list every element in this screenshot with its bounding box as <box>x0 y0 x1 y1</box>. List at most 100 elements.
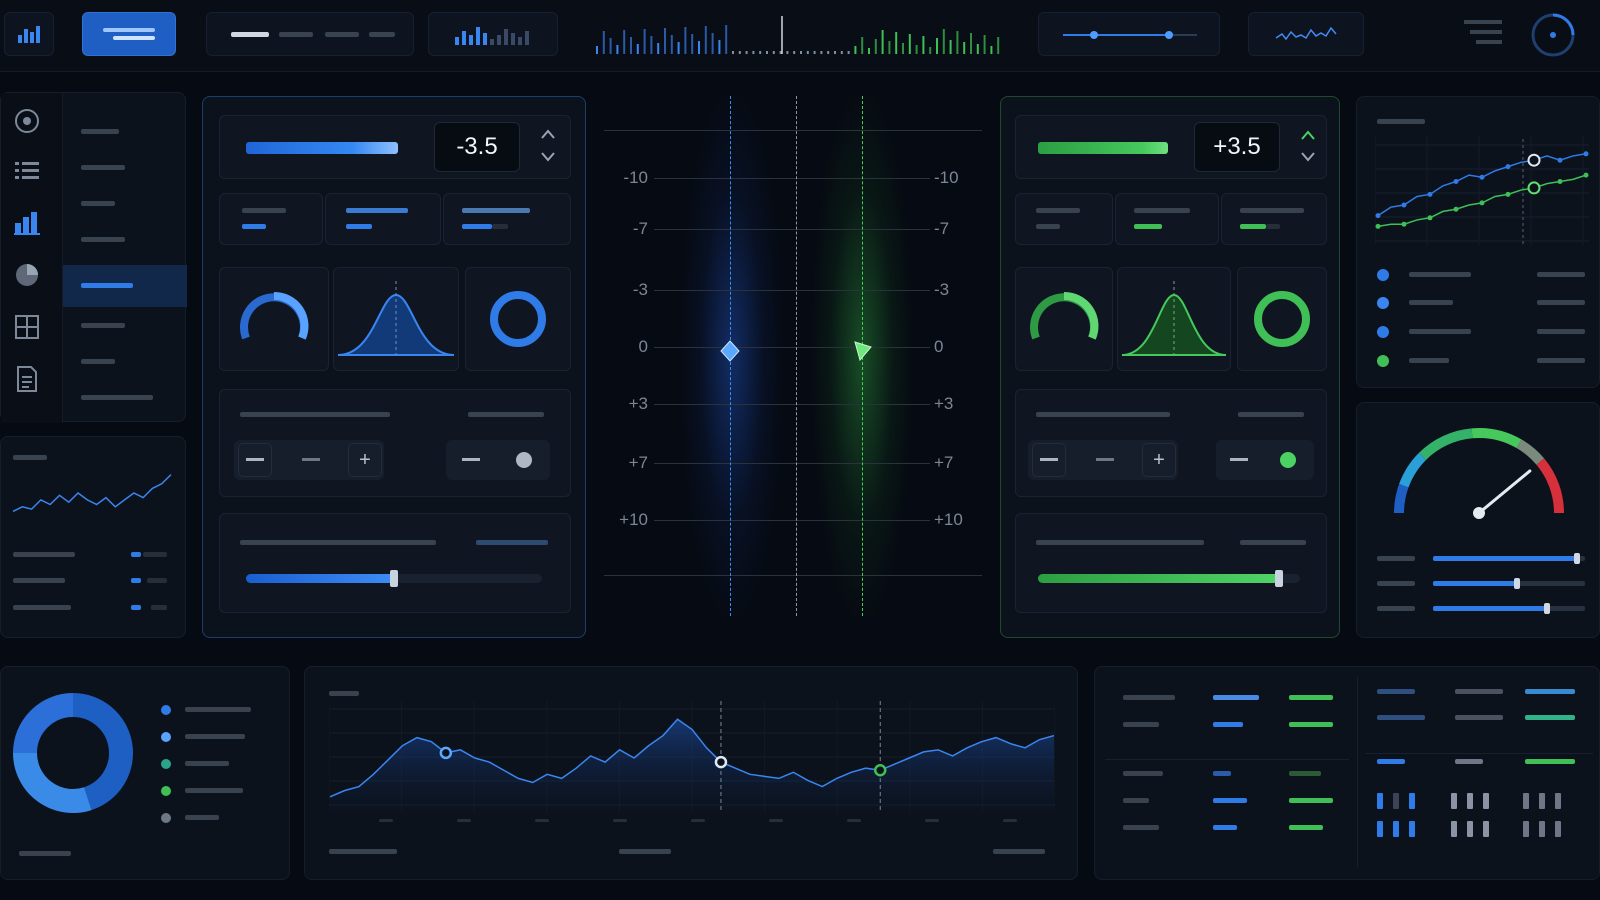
waveform-icon[interactable] <box>1248 12 1364 56</box>
left-stepper-up-icon[interactable] <box>540 128 556 144</box>
gauge-segment <box>1394 483 1409 514</box>
spectrum-bar <box>888 41 891 54</box>
left-marker-diamond-icon[interactable] <box>720 340 740 362</box>
list-icon[interactable] <box>13 157 41 185</box>
left-metric-tab[interactable] <box>325 193 441 245</box>
gauge-slider[interactable] <box>1433 553 1585 564</box>
grid-mini-bar <box>1539 793 1545 809</box>
arc-dial-icon[interactable] <box>219 267 329 371</box>
bell-curve-icon[interactable] <box>333 267 459 371</box>
right-metric-tab[interactable] <box>1115 193 1219 245</box>
sidebar-item[interactable] <box>81 359 115 364</box>
gauge-slider[interactable] <box>1433 603 1585 614</box>
left-toggle[interactable] <box>446 440 550 480</box>
sparkline-line <box>12 474 172 513</box>
right-toggle-knob[interactable] <box>1280 452 1296 468</box>
scale-tick-left: -10 <box>623 168 648 187</box>
area-marker[interactable] <box>439 746 453 760</box>
range-slider-icon[interactable] <box>1038 12 1220 56</box>
gauge-segment <box>1516 439 1545 465</box>
left-toggle-knob[interactable] <box>516 452 532 468</box>
right-stepper-down-icon[interactable] <box>1300 150 1316 168</box>
mini-line-series <box>1377 153 1587 217</box>
gauge-slider[interactable] <box>1433 578 1585 589</box>
sidebar-item-active[interactable] <box>81 283 133 288</box>
x-tick <box>379 819 393 822</box>
donut-slice[interactable] <box>13 752 92 813</box>
gauge-slider-thumb[interactable] <box>1574 553 1581 564</box>
grid-mini-bar <box>1555 793 1561 809</box>
gauge-slider-thumb[interactable] <box>1513 578 1520 589</box>
right-value-field[interactable]: +3.5 <box>1194 122 1280 172</box>
left-value-field[interactable]: -3.5 <box>434 122 520 172</box>
donut-slice[interactable] <box>72 693 133 811</box>
right-stepper-up-icon[interactable] <box>1300 128 1316 146</box>
mini-line-point <box>1453 206 1459 212</box>
left-metric-tab[interactable] <box>443 193 571 245</box>
right-slider-thumb[interactable] <box>1275 570 1284 587</box>
bar-chart-icon[interactable] <box>13 209 41 237</box>
sparkline-panel <box>0 436 186 638</box>
ring-icon[interactable] <box>465 267 571 371</box>
spectrum-bar <box>684 27 687 54</box>
target-icon[interactable] <box>13 107 41 135</box>
left-stepper-down-icon[interactable] <box>540 150 556 168</box>
sidebar-item[interactable] <box>81 165 125 170</box>
sidebar-item[interactable] <box>81 395 153 400</box>
row-value <box>131 552 141 557</box>
spectrum-bar <box>820 51 823 54</box>
histogram-icon[interactable] <box>428 12 558 56</box>
scale-gridline <box>654 178 930 179</box>
panel-heading <box>13 455 47 460</box>
sidebar-item[interactable] <box>81 129 119 134</box>
pie-chart-icon[interactable] <box>13 261 41 289</box>
right-metric-tab[interactable] <box>1015 193 1113 245</box>
left-slider-track[interactable] <box>246 570 542 587</box>
left-slider-thumb[interactable] <box>390 570 398 587</box>
left-minus-button[interactable] <box>238 443 272 477</box>
right-marker-triangle-icon[interactable] <box>854 341 872 361</box>
legend-dot <box>1377 297 1389 309</box>
right-minus-button[interactable] <box>1032 443 1066 477</box>
sidebar-item[interactable] <box>81 237 125 242</box>
x-tick <box>691 819 705 822</box>
gauge-slider-thumb[interactable] <box>1544 603 1550 614</box>
right-plus-button[interactable]: + <box>1142 443 1176 477</box>
menu-button-icon[interactable] <box>82 12 176 56</box>
scale-gridline <box>654 404 930 405</box>
knob-icon[interactable] <box>1530 12 1576 58</box>
mini-line-highlight[interactable] <box>1527 181 1541 195</box>
left-slider-card <box>219 513 571 613</box>
left-value-dash <box>294 443 328 477</box>
left-plus-button[interactable]: + <box>348 443 382 477</box>
sidebar-item[interactable] <box>81 201 115 206</box>
spectrum-icon[interactable] <box>592 14 1006 56</box>
area-marker[interactable] <box>873 763 887 777</box>
gauge-slider-fill <box>1433 606 1547 611</box>
tabs-icon[interactable] <box>206 12 414 56</box>
document-icon[interactable] <box>13 365 41 393</box>
spectrum-bar <box>963 42 966 54</box>
stack-icon[interactable] <box>1462 16 1506 52</box>
spectrum-bar <box>847 51 850 54</box>
spectrum-bar <box>827 51 830 54</box>
equalizer-icon[interactable] <box>4 12 54 56</box>
mini-line-point <box>1375 223 1381 229</box>
gauge-slider-fill <box>1433 556 1578 561</box>
grid-mini-bar <box>1555 821 1561 837</box>
left-metric-tab[interactable] <box>219 193 323 245</box>
area-marker[interactable] <box>714 755 728 769</box>
mini-line-highlight[interactable] <box>1527 153 1541 167</box>
donut-slice[interactable] <box>13 693 74 754</box>
arc-dial-icon[interactable] <box>1015 267 1113 371</box>
right-toggle[interactable] <box>1216 440 1314 480</box>
bell-curve-icon[interactable] <box>1117 267 1231 371</box>
spectrum-bar <box>711 33 714 54</box>
ring-icon[interactable] <box>1237 267 1327 371</box>
right-metric-tab[interactable] <box>1221 193 1327 245</box>
row-label <box>13 552 75 557</box>
mini-line-chart-panel <box>1356 96 1600 388</box>
sidebar-item[interactable] <box>81 323 125 328</box>
right-slider-track[interactable] <box>1038 570 1300 587</box>
grid-icon[interactable] <box>13 313 41 341</box>
